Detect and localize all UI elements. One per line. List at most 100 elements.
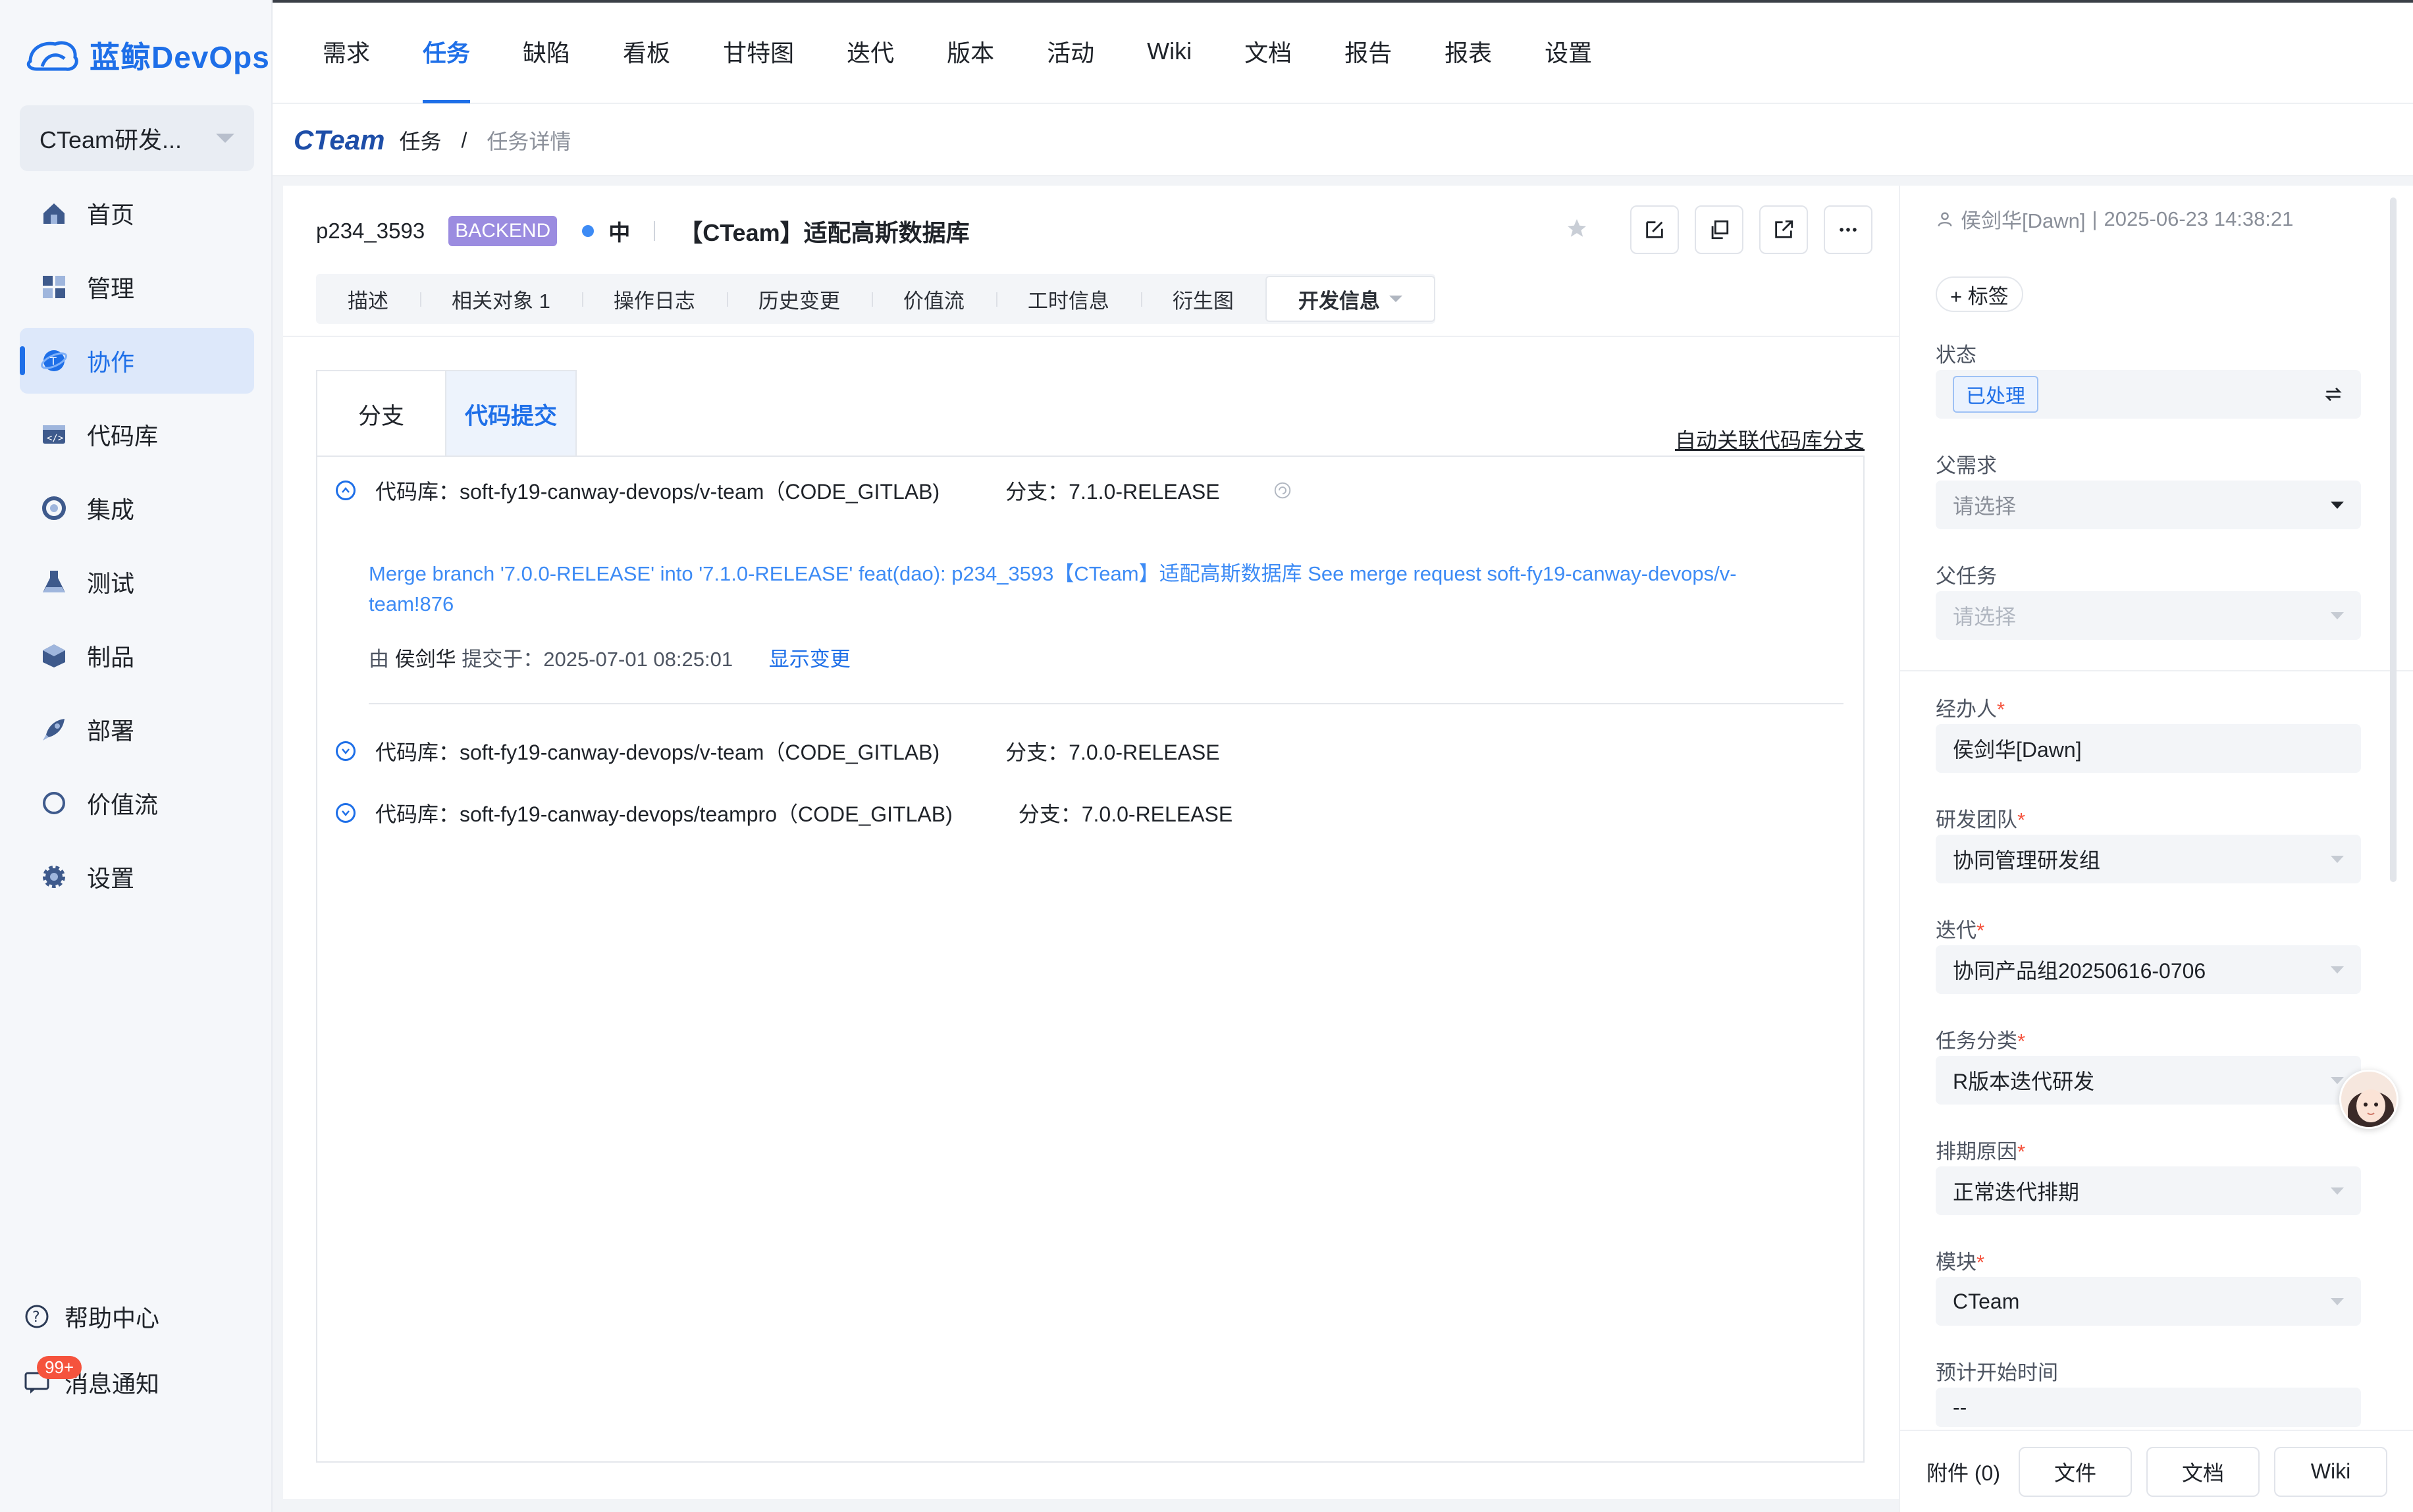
attachments-bar: 附件 (0) 文件 文档 Wiki (1900, 1430, 2413, 1512)
start-time-field[interactable]: -- (1936, 1388, 2361, 1427)
sidebar-item-code-repo[interactable]: </> 代码库 (20, 402, 254, 467)
right-panel-scrollbar[interactable] (2390, 197, 2397, 882)
task-priority[interactable]: 中 (608, 215, 630, 247)
attach-file-button[interactable]: 文件 (2019, 1446, 2133, 1497)
topnav-tasks[interactable]: 任务 (423, 0, 471, 103)
copy-button[interactable] (1695, 205, 1743, 254)
open-new-window-button[interactable] (1759, 205, 1808, 254)
expand-chevron-down-icon[interactable] (336, 741, 356, 761)
tab-related[interactable]: 相关对象 1 (420, 274, 582, 324)
sidebar-item-collaboration[interactable]: T 协作 (20, 328, 254, 394)
repo-group-header[interactable]: 代码库：soft-fy19-canway-devops/v-team（CODE_… (336, 475, 1292, 506)
topnav-dashboards[interactable]: 报表 (1445, 0, 1492, 103)
sidebar-item-value-stream[interactable]: 价值流 (20, 770, 254, 836)
expand-chevron-down-icon[interactable] (336, 803, 356, 823)
attachments-count: 附件 (0) (1926, 1461, 2001, 1485)
sidebar-item-artifact[interactable]: 制品 (20, 623, 254, 689)
team-select[interactable]: 协同管理研发组 (1936, 835, 2361, 883)
tab-derived-graph[interactable]: 衍生图 (1140, 274, 1265, 324)
star-icon[interactable] (1566, 217, 1588, 243)
chevron-down-icon (2331, 1076, 2344, 1084)
commit-time: 提交于：2025-07-01 08:25:01 (462, 648, 733, 671)
team-label-text: 研发团队 (1936, 808, 2017, 831)
assignee-label: 经办人* (1936, 692, 2005, 722)
tab-branches[interactable]: 分支 (316, 370, 446, 457)
topnav-wiki[interactable]: Wiki (1147, 0, 1192, 103)
category-select[interactable]: R版本迭代研发 (1936, 1056, 2361, 1105)
sidebar: 蓝鲸DevOps CTeam研发... 首页 管理 T 协作 </> 代码库 集… (0, 0, 273, 1512)
task-header: p234_3593 BACKEND 中 【CTeam】适配高斯数据库 (316, 201, 970, 261)
attach-wiki-button[interactable]: Wiki (2274, 1446, 2388, 1497)
topnav-reports[interactable]: 报告 (1344, 0, 1392, 103)
repo-group-header[interactable]: 代码库：soft-fy19-canway-devops/teampro（CODE… (336, 798, 1233, 828)
project-selector[interactable]: CTeam研发... (20, 105, 254, 171)
refresh-icon[interactable] (1273, 481, 1292, 500)
sidebar-item-label: 设置 (87, 865, 135, 892)
switch-arrows-icon[interactable] (2323, 384, 2344, 405)
tab-value-stream[interactable]: 价值流 (871, 274, 996, 324)
parent-task-select[interactable]: 请选择 (1936, 591, 2361, 640)
app-root: 蓝鲸DevOps CTeam研发... 首页 管理 T 协作 </> 代码库 集… (0, 0, 2413, 1512)
cteam-logo[interactable]: CTeam (294, 124, 385, 156)
user-icon (1938, 212, 1952, 226)
topnav-iterations[interactable]: 迭代 (847, 0, 894, 103)
topnav-docs[interactable]: 文档 (1244, 0, 1292, 103)
sidebar-item-integration[interactable]: 集成 (20, 475, 254, 541)
assignee-value: 侯剑华[Dawn] (1953, 738, 2082, 762)
attach-doc-button[interactable]: 文档 (2146, 1446, 2260, 1497)
app-logo[interactable]: 蓝鲸DevOps (24, 29, 270, 82)
breadcrumb-tasks[interactable]: 任务 (400, 125, 442, 155)
topnav-requirements[interactable]: 需求 (323, 0, 370, 103)
topnav-versions[interactable]: 版本 (947, 0, 994, 103)
tab-operation-log[interactable]: 操作日志 (581, 274, 727, 324)
sidebar-bottom: ? 帮助中心 99+ 消息通知 (24, 1284, 159, 1415)
assignee-field[interactable]: 侯剑华[Dawn] (1936, 724, 2361, 773)
topnav-kanban[interactable]: 看板 (623, 0, 670, 103)
auto-link-repo-branch-link[interactable]: 自动关联代码库分支 (1675, 424, 1865, 454)
topnav-activity[interactable]: 活动 (1047, 0, 1094, 103)
tab-worktime[interactable]: 工时信息 (995, 274, 1141, 324)
task-title[interactable]: 【CTeam】适配高斯数据库 (679, 214, 969, 248)
topnav-gantt[interactable]: 甘特图 (723, 0, 794, 103)
repo-branch: 分支：7.0.0-RELEASE (1005, 741, 1220, 764)
sidebar-item-label: 代码库 (87, 423, 159, 450)
parent-requirement-select[interactable]: 请选择 (1936, 481, 2361, 529)
header-divider (654, 221, 656, 241)
commit-message[interactable]: Merge branch '7.0.0-RELEASE' into '7.1.0… (369, 559, 1817, 619)
schedule-reason-select[interactable]: 正常迭代排期 (1936, 1166, 2361, 1215)
sidebar-item-settings[interactable]: 设置 (20, 844, 254, 910)
topnav-defects[interactable]: 缺陷 (523, 0, 570, 103)
add-tag-button[interactable]: + 标签 (1936, 276, 2023, 312)
help-center-link[interactable]: ? 帮助中心 (24, 1284, 159, 1349)
sidebar-item-manage[interactable]: 管理 (20, 254, 254, 320)
chevron-down-icon (2331, 966, 2344, 974)
notifications-link[interactable]: 99+ 消息通知 (24, 1349, 159, 1415)
module-select[interactable]: CTeam (1936, 1277, 2361, 1326)
sidebar-item-label: 协作 (87, 349, 135, 376)
tab-commits[interactable]: 代码提交 (446, 370, 577, 457)
team-value: 协同管理研发组 (1953, 848, 2101, 872)
tab-dev-info[interactable]: 开发信息 (1265, 276, 1435, 322)
external-link-icon (1775, 220, 1793, 238)
show-changes-link[interactable]: 显示变更 (769, 648, 851, 671)
collapse-chevron-up-icon[interactable] (336, 481, 356, 500)
sidebar-item-test[interactable]: 测试 (20, 549, 254, 615)
panel-divider (1900, 670, 2413, 671)
project-name: CTeam研发... (40, 126, 182, 153)
repo-group-header[interactable]: 代码库：soft-fy19-canway-devops/v-team（CODE_… (336, 736, 1220, 766)
assignee-label-text: 经办人 (1936, 698, 1997, 721)
module-value: CTeam (1953, 1289, 2020, 1313)
sidebar-item-home[interactable]: 首页 (20, 180, 254, 246)
tab-description[interactable]: 描述 (316, 274, 420, 324)
more-button[interactable] (1824, 205, 1872, 254)
tab-history[interactable]: 历史变更 (726, 274, 872, 324)
topnav-settings[interactable]: 设置 (1545, 0, 1592, 103)
edit-button[interactable] (1630, 205, 1679, 254)
edit-icon (1646, 221, 1663, 238)
breadcrumb-separator: / (461, 128, 467, 152)
assistant-avatar[interactable] (2339, 1070, 2399, 1129)
status-field[interactable]: 已处理 (1936, 370, 2361, 419)
iteration-select[interactable]: 协同产品组20250616-0706 (1936, 945, 2361, 994)
sidebar-item-deploy[interactable]: 部署 (20, 696, 254, 762)
created-time: 2025-06-23 14:38:21 (2104, 207, 2294, 230)
